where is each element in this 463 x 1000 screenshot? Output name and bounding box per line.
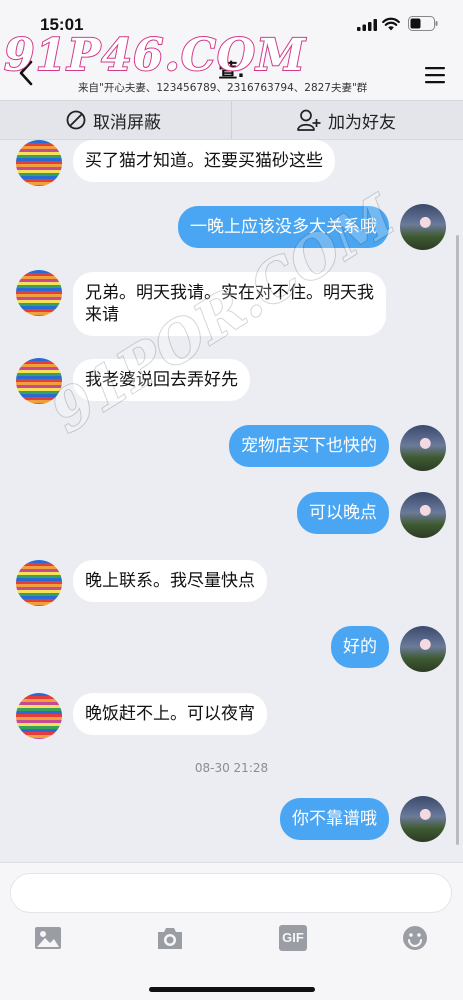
unblock-label: 取消屏蔽: [93, 112, 161, 133]
scrollbar[interactable]: [456, 235, 459, 845]
contact-avatar[interactable]: [16, 693, 62, 739]
home-indicator: [149, 987, 315, 992]
message-bubble[interactable]: 宠物店买下也快的: [229, 425, 389, 467]
message-bubble[interactable]: 晚上联系。我尽量快点: [73, 560, 267, 602]
message-timestamp: 08-30 21:28: [194, 761, 269, 775]
contact-avatar[interactable]: [16, 560, 62, 606]
message-input[interactable]: [10, 873, 452, 913]
contact-avatar[interactable]: [16, 140, 62, 186]
block-icon: [66, 110, 86, 130]
gif-label: GIF: [282, 930, 304, 945]
chat-subtitle: 来自"开心夫妻、123456789、2316763794、2827夫妻"群: [78, 82, 368, 94]
contact-avatar[interactable]: [16, 270, 62, 316]
input-bar: GIF: [0, 862, 463, 1000]
chat-title: 萱.: [218, 60, 245, 82]
status-bar: 15:01: [0, 0, 463, 50]
self-avatar[interactable]: [400, 425, 446, 471]
self-avatar[interactable]: [400, 796, 446, 842]
camera-icon[interactable]: [156, 925, 184, 951]
action-divider: [231, 101, 232, 139]
unblock-button[interactable]: 取消屏蔽: [66, 101, 161, 139]
self-avatar[interactable]: [400, 204, 446, 250]
signal-icon: [357, 19, 377, 31]
self-avatar[interactable]: [400, 626, 446, 672]
action-bar: 取消屏蔽 加为好友: [0, 100, 463, 140]
add-friend-label: 加为好友: [328, 112, 396, 133]
contact-avatar[interactable]: [16, 358, 62, 404]
chat-area[interactable]: 买了猫才知道。还要买猫砂这些 一晚上应该没多大关系哦 兄弟。明天我请。实在对不住…: [0, 140, 463, 862]
menu-icon[interactable]: [424, 65, 446, 85]
message-bubble[interactable]: 可以晚点: [297, 492, 389, 534]
self-avatar[interactable]: [400, 492, 446, 538]
message-bubble[interactable]: 晚饭赶不上。可以夜宵: [73, 693, 267, 735]
message-bubble[interactable]: 兄弟。明天我请。实在对不住。明天我来请: [73, 272, 386, 336]
message-bubble[interactable]: 买了猫才知道。还要买猫砂这些: [73, 140, 335, 182]
nav-bar: 萱. 来自"开心夫妻、123456789、2316763794、2827夫妻"群: [0, 50, 463, 100]
message-bubble[interactable]: 一晚上应该没多大关系哦: [178, 206, 389, 248]
wifi-icon: [382, 17, 400, 31]
add-friend-button[interactable]: 加为好友: [297, 101, 396, 139]
gif-icon[interactable]: GIF: [279, 925, 307, 951]
add-user-icon: [297, 109, 321, 131]
status-time: 15:01: [40, 15, 84, 34]
battery-icon: [408, 16, 438, 31]
image-icon[interactable]: [34, 925, 62, 951]
emoji-icon[interactable]: [401, 925, 429, 951]
message-bubble[interactable]: 你不靠谱哦: [280, 798, 389, 840]
message-bubble[interactable]: 我老婆说回去弄好先: [73, 359, 250, 401]
message-bubble[interactable]: 好的: [331, 626, 389, 668]
